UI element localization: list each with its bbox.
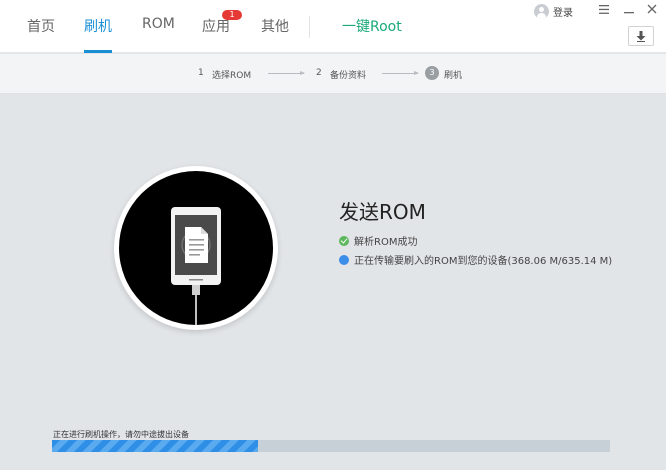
page-title: 发送ROM: [339, 200, 426, 224]
tab-other[interactable]: 其他: [261, 16, 289, 36]
status-transfer-text: 正在传输要刷入的ROM到您的设备(368.06 M/635.14 M): [354, 256, 613, 267]
minimize-icon[interactable]: [622, 2, 636, 18]
progress-bar: [52, 440, 610, 452]
status-parse-text: 解析ROM成功: [354, 237, 418, 248]
step-arrow-1: [268, 71, 305, 75]
progress-label: 正在进行刷机操作，请勿中途拔出设备: [53, 430, 189, 439]
phone-document-icon: [171, 207, 221, 325]
phone-illustration: [114, 166, 278, 330]
info-dot-icon: [339, 254, 349, 265]
status-parse-row: 解析ROM成功: [339, 233, 417, 248]
step-1-number: 1: [198, 68, 204, 78]
download-icon: [636, 31, 646, 42]
active-tab-indicator: [84, 50, 112, 53]
progress-fill: [52, 440, 258, 452]
user-avatar-icon: [534, 4, 549, 19]
tab-home[interactable]: 首页: [27, 16, 55, 36]
step-3-number: 3: [425, 66, 439, 80]
top-nav-bar: 首页 刷机 ROM 应用 1 其他 一键Root 登录: [0, 0, 666, 53]
step-2-label: 备份资料: [330, 71, 367, 81]
one-click-root-link[interactable]: 一键Root: [342, 16, 402, 36]
tab-rom[interactable]: ROM: [142, 16, 175, 32]
login-button[interactable]: 登录: [534, 4, 573, 19]
nav-divider: [309, 16, 310, 38]
login-label: 登录: [553, 8, 573, 19]
step-arrow-2: [382, 71, 419, 75]
status-transfer-row: 正在传输要刷入的ROM到您的设备(368.06 M/635.14 M): [339, 252, 612, 267]
tab-flash[interactable]: 刷机: [84, 16, 112, 36]
menu-icon[interactable]: [597, 2, 611, 18]
download-button[interactable]: [628, 26, 654, 46]
step-1-label: 选择ROM: [212, 71, 252, 81]
step-2-number: 2: [316, 68, 322, 78]
apps-badge: 1: [222, 10, 242, 20]
step-3-label: 刷机: [444, 71, 463, 81]
close-icon[interactable]: [645, 2, 659, 18]
check-circle-icon: [339, 235, 349, 246]
phone-circle-bg: [119, 171, 273, 325]
